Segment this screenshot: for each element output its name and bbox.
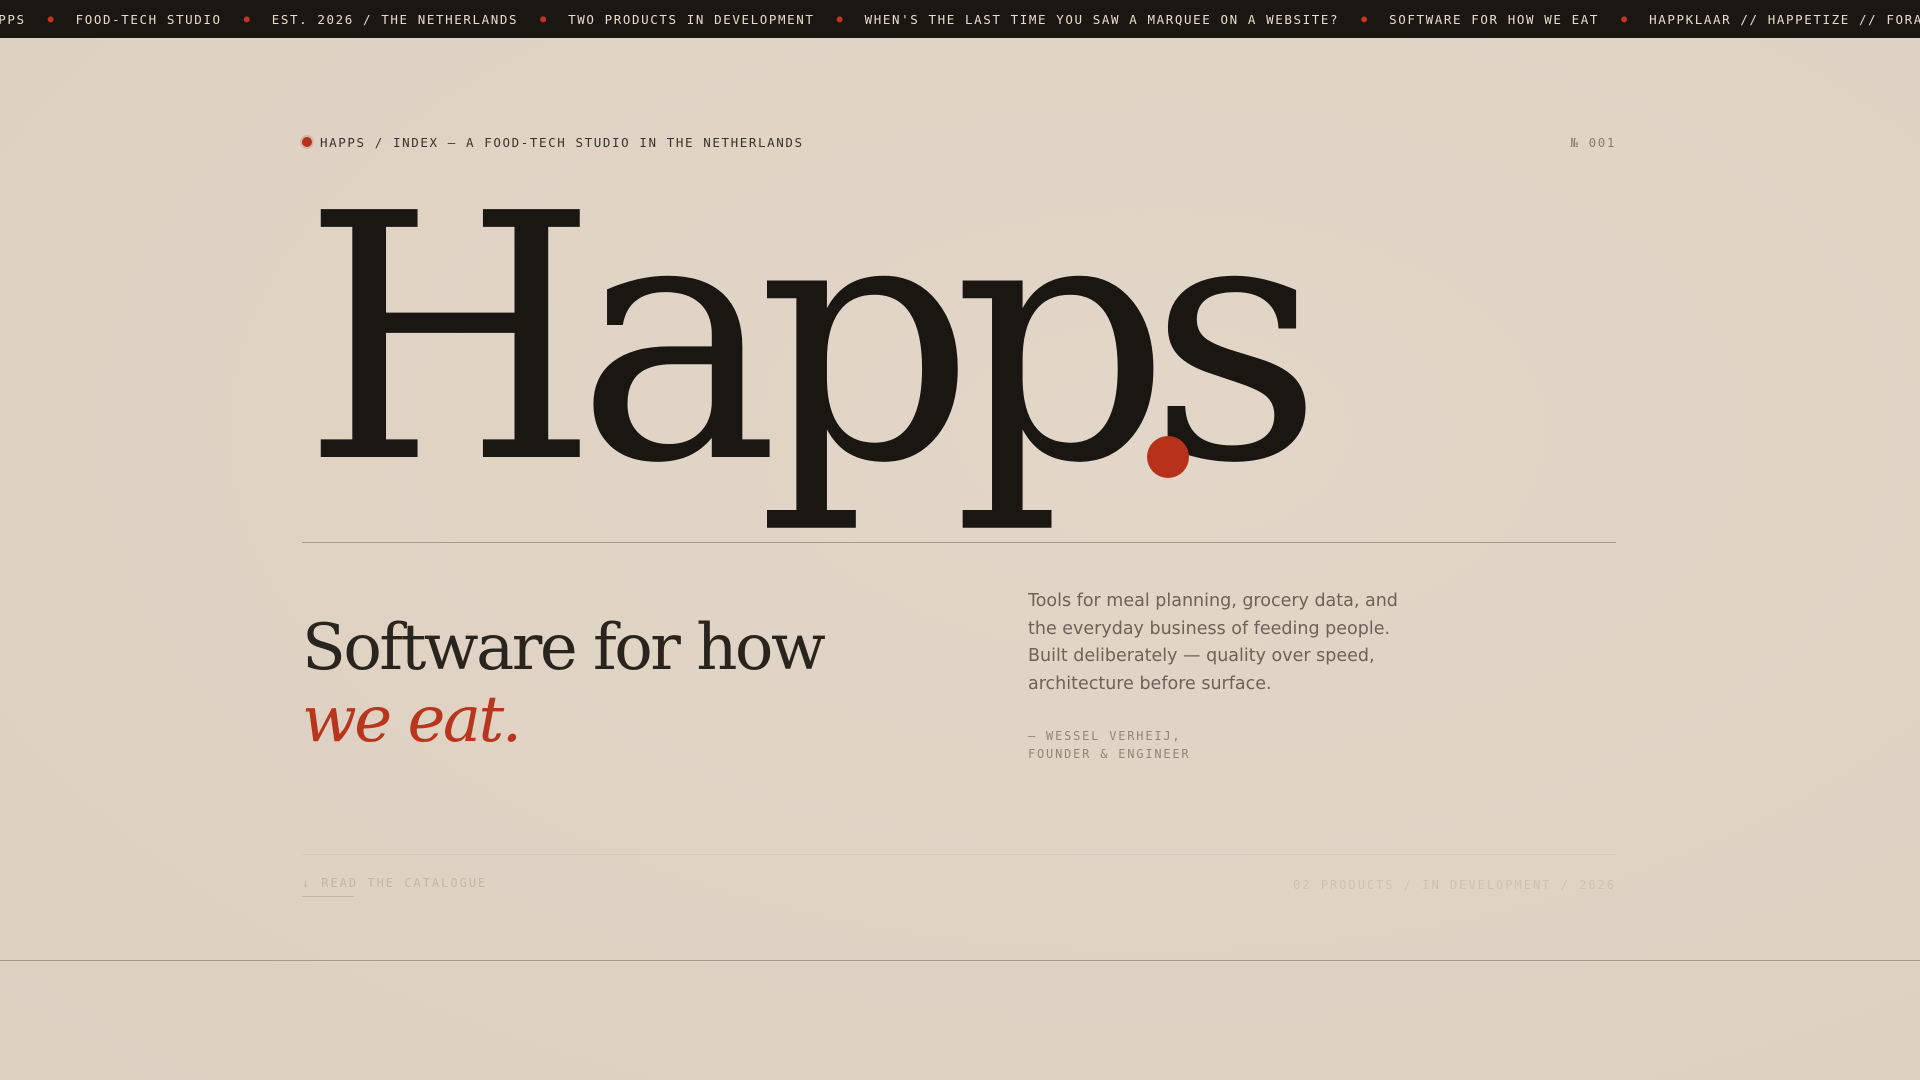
tagline-line-2: we eat.: [302, 683, 522, 757]
read-catalogue-label: READ THE CATALOGUE: [321, 876, 488, 890]
byline: — WESSEL VERHEIJ, FOUNDER & ENGINEER: [1028, 727, 1328, 763]
divider: [302, 854, 1616, 855]
marquee-item: HAPPS: [0, 11, 26, 27]
byline-name: — WESSEL VERHEIJ,: [1028, 729, 1182, 743]
divider: [0, 960, 1920, 961]
marquee-item: FOOD-TECH STUDIO: [75, 11, 222, 27]
marquee-separator-icon: ●: [836, 13, 843, 25]
read-catalogue-link[interactable]: ↓ READ THE CATALOGUE: [302, 876, 487, 890]
issue-number: № 001: [1570, 134, 1616, 150]
marquee-item: TWO PRODUCTS IN DEVELOPMENT: [568, 11, 815, 27]
marquee-separator-icon: ●: [540, 13, 547, 25]
marquee-item: HAPPKLAAR // HAPPETIZE // FORAGER.FARM A…: [1649, 11, 1920, 27]
marquee-banner: HAPPS ● FOOD-TECH STUDIO ● EST. 2026 / T…: [0, 0, 1920, 38]
link-underline: [302, 896, 354, 897]
marquee-separator-icon: ●: [1621, 13, 1628, 25]
page: HAPPS ● FOOD-TECH STUDIO ● EST. 2026 / T…: [0, 0, 1920, 1080]
byline-role: FOUNDER & ENGINEER: [1028, 747, 1191, 761]
divider: [302, 542, 1616, 543]
status-text: 02 PRODUCTS / IN DEVELOPMENT / 2026: [1293, 878, 1616, 892]
marquee-separator-icon: ●: [243, 13, 250, 25]
marquee-separator-icon: ●: [47, 13, 54, 25]
marquee-item: WHEN'S THE LAST TIME YOU SAW A MARQUEE O…: [864, 11, 1340, 27]
marquee-item: SOFTWARE FOR HOW WE EAT: [1389, 11, 1600, 27]
marquee-item: EST. 2026 / THE NETHERLANDS: [271, 11, 519, 27]
marquee-track: HAPPS ● FOOD-TECH STUDIO ● EST. 2026 / T…: [0, 0, 1920, 38]
wordmark-period-dot: [1147, 436, 1189, 478]
tagline: Software for how we eat.: [302, 611, 826, 757]
arrow-down-icon: ↓: [302, 876, 312, 890]
description-text: Tools for meal planning, grocery data, a…: [1028, 591, 1398, 694]
marquee-separator-icon: ●: [1361, 13, 1368, 25]
tagline-line-1: Software for how: [302, 611, 826, 685]
